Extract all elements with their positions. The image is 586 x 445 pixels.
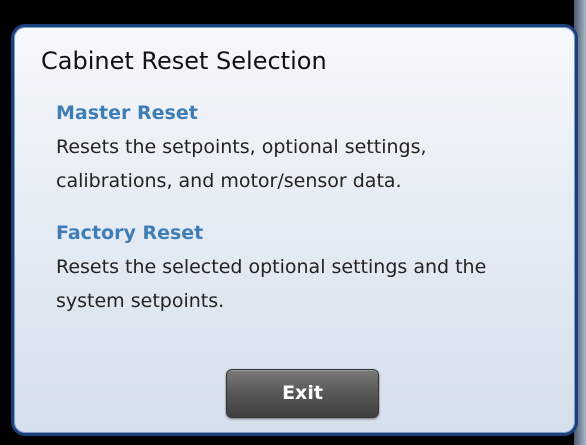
master-reset-description: Resets the setpoints, optional settings,… (56, 136, 427, 192)
factory-reset-description: Resets the selected optional settings an… (56, 256, 487, 312)
exit-button[interactable]: Exit (226, 369, 379, 418)
factory-reset-option[interactable]: Factory Reset (56, 222, 203, 244)
screen: Cabinet Reset Selection Master Reset Res… (0, 0, 586, 445)
master-reset-option[interactable]: Master Reset (56, 102, 198, 124)
dialog-title: Cabinet Reset Selection (41, 47, 327, 75)
reset-selection-dialog: Cabinet Reset Selection Master Reset Res… (11, 24, 578, 436)
